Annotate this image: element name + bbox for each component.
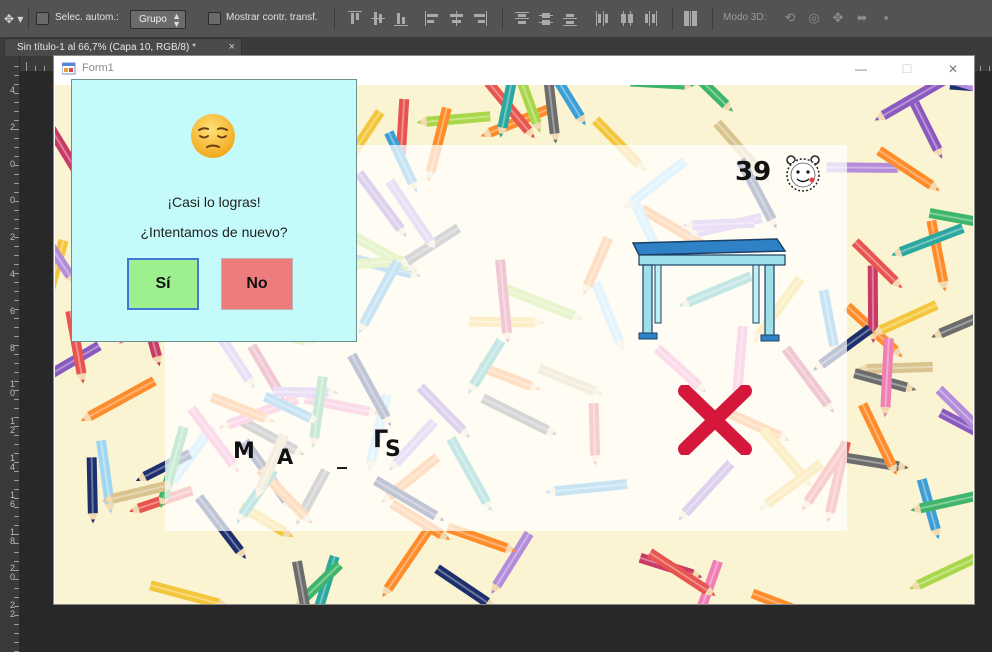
auto-align-icon[interactable] bbox=[684, 11, 698, 26]
dialog-message-line2: ¿Intentamos de nuevo? bbox=[140, 224, 288, 240]
align-vcenter-icon[interactable] bbox=[371, 11, 385, 26]
orbit-3d-icon[interactable]: ⟲ bbox=[782, 10, 798, 26]
pencil-decoration bbox=[909, 551, 973, 590]
pencil-decoration bbox=[880, 337, 894, 418]
retry-dialog: ¡Casi lo logras! ¿Intentamos de nuevo? S… bbox=[71, 79, 357, 342]
distribute-vcenter-icon[interactable] bbox=[539, 11, 553, 26]
form-title: Form1 bbox=[82, 62, 114, 74]
pencil-decoration bbox=[149, 580, 229, 604]
divider bbox=[712, 8, 713, 30]
pencil-decoration bbox=[80, 376, 157, 422]
document-tab-bar: Sin título-1 al 66,7% (Capa 10, RGB/8) *… bbox=[0, 38, 992, 56]
pencil-decoration bbox=[851, 238, 903, 289]
show-transform-checkbox[interactable] bbox=[208, 12, 221, 25]
align-left-icon[interactable] bbox=[425, 11, 439, 26]
pencil-decoration bbox=[874, 85, 951, 121]
ruler-number: 4 bbox=[10, 269, 16, 279]
maximize-button[interactable]: ☐ bbox=[884, 56, 930, 84]
ruler-number: 2 2 bbox=[10, 600, 16, 620]
ruler-number: 1 4 bbox=[10, 453, 16, 472]
divider bbox=[502, 8, 503, 30]
ruler-number: 2 bbox=[10, 121, 16, 132]
distribute-top-icon[interactable] bbox=[515, 11, 529, 26]
divider bbox=[672, 8, 673, 30]
pencil-decoration bbox=[891, 223, 965, 257]
sad-face-icon bbox=[191, 114, 235, 158]
divider bbox=[28, 8, 29, 30]
mode-3d-label: Modo 3D: bbox=[723, 12, 767, 23]
dialog-message-line1: ¡Casi lo logras! bbox=[167, 194, 261, 210]
align-top-icon[interactable] bbox=[348, 11, 362, 26]
distribute-left-icon[interactable] bbox=[595, 11, 609, 26]
pencil-decoration bbox=[646, 548, 716, 596]
alarm-clock-icon bbox=[786, 155, 820, 192]
form-app-icon bbox=[62, 62, 76, 75]
wrong-answer-x-icon bbox=[678, 385, 752, 455]
close-tab-icon[interactable]: × bbox=[229, 41, 235, 53]
move-tool-icon[interactable]: ✥ ▾ bbox=[4, 12, 26, 26]
auto-select-checkbox[interactable] bbox=[36, 12, 49, 25]
align-right-icon[interactable] bbox=[473, 11, 487, 26]
ruler-vertical: 420024681 01 21 41 61 82 02 2 bbox=[0, 56, 20, 652]
options-bar: ✥ ▾ Selec. autom.: Grupo ▲ ▼ Mostrar cont… bbox=[0, 0, 992, 38]
pencil-decoration bbox=[630, 85, 695, 90]
pencil-decoration bbox=[382, 526, 433, 598]
auto-select-label: Selec. autom.: bbox=[55, 12, 119, 23]
pencil-decoration bbox=[416, 111, 491, 127]
word-letter[interactable]: S bbox=[385, 437, 401, 462]
roll-3d-icon[interactable]: ◎ bbox=[806, 10, 822, 26]
distribute-bottom-icon[interactable] bbox=[563, 11, 577, 26]
align-bottom-icon[interactable] bbox=[394, 11, 408, 26]
pencil-decoration bbox=[86, 457, 98, 524]
timer-value: 39 bbox=[735, 157, 772, 187]
divider bbox=[334, 8, 335, 30]
slide-3d-icon[interactable]: ⬌ bbox=[854, 10, 870, 26]
document-tab[interactable]: Sin título-1 al 66,7% (Capa 10, RGB/8) *… bbox=[4, 38, 242, 56]
pencil-decoration bbox=[910, 491, 973, 514]
pencil-decoration bbox=[909, 100, 943, 159]
auto-select-value: Grupo bbox=[139, 14, 167, 25]
yes-button[interactable]: Sí bbox=[127, 258, 199, 310]
word-letter[interactable]: M bbox=[233, 439, 255, 464]
pencil-decoration bbox=[839, 451, 909, 472]
pan-3d-icon[interactable]: ✥ bbox=[830, 10, 846, 26]
pencil-decoration bbox=[434, 564, 496, 604]
pencil-decoration bbox=[750, 588, 812, 604]
document-tab-title: Sin título-1 al 66,7% (Capa 10, RGB/8) * bbox=[17, 42, 196, 53]
distribute-hcenter-icon[interactable] bbox=[619, 11, 633, 26]
align-hcenter-icon[interactable] bbox=[449, 11, 463, 26]
pencil-decoration bbox=[871, 300, 939, 335]
spinner-arrows-icon: ▲ ▼ bbox=[172, 11, 181, 29]
scale-3d-icon[interactable]: ▪ bbox=[878, 10, 894, 26]
pencil-decoration bbox=[684, 85, 733, 112]
minimize-button[interactable]: — bbox=[838, 56, 884, 84]
close-button[interactable]: ✕ bbox=[930, 56, 976, 84]
distribute-right-icon[interactable] bbox=[643, 11, 657, 26]
table-image bbox=[631, 238, 787, 342]
no-button[interactable]: No bbox=[221, 258, 293, 310]
auto-select-dropdown[interactable]: Grupo ▲ ▼ bbox=[130, 10, 186, 29]
show-transform-label: Mostrar contr. transf. bbox=[226, 12, 318, 23]
word-letter[interactable]: _ bbox=[337, 445, 347, 469]
word-letter[interactable]: A bbox=[277, 445, 293, 469]
